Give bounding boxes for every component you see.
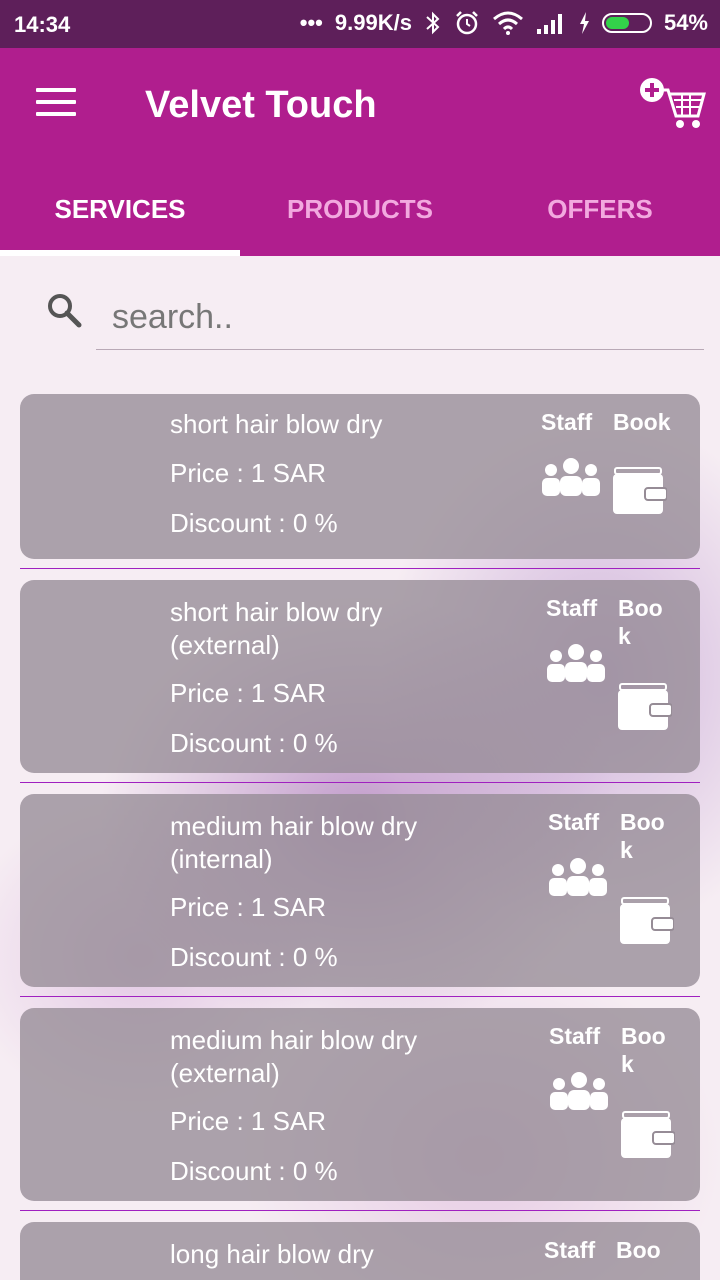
list-divider: [20, 996, 700, 997]
status-icons: ••• 9.99K/s 54%: [300, 10, 708, 36]
tab-services-label: SERVICES: [54, 194, 186, 224]
service-name: medium hair blow dry (external): [170, 1025, 418, 1088]
service-card[interactable]: long hair blow dry Staff Boo: [20, 1222, 700, 1280]
staff-group-icon[interactable]: [547, 858, 609, 898]
service-discount: Discount : 0 %: [170, 508, 338, 538]
status-bar: 14:34 ••• 9.99K/s 54%: [0, 0, 720, 48]
staff-label: Staff: [541, 409, 593, 435]
book-label: Book: [620, 809, 665, 863]
service-price: Price : 1 SAR: [170, 678, 327, 708]
tab-offers[interactable]: OFFERS: [480, 176, 720, 256]
list-divider: [20, 1210, 700, 1211]
staff-group-icon[interactable]: [540, 458, 602, 498]
search-bar: [40, 286, 705, 352]
network-speed: 9.99K/s: [334, 10, 412, 35]
hamburger-menu-icon[interactable]: [36, 88, 76, 118]
service-card[interactable]: medium hair blow dry (external) Price : …: [20, 1008, 700, 1201]
staff-label: Staff: [549, 1023, 601, 1049]
staff-label: Staff: [546, 595, 598, 621]
book-wallet-icon[interactable]: [611, 466, 667, 516]
battery-icon: [601, 13, 652, 33]
service-discount: Discount : 0 %: [170, 942, 338, 972]
staff-group-icon[interactable]: [548, 1072, 610, 1112]
book-wallet-icon[interactable]: [619, 1110, 675, 1160]
service-name: short hair blow dry: [170, 409, 383, 439]
app-title: Velvet Touch: [145, 84, 377, 126]
tab-offers-label: OFFERS: [547, 194, 653, 224]
service-name: long hair blow dry: [170, 1239, 374, 1269]
service-card[interactable]: short hair blow dry Price : 1 SAR Discou…: [20, 394, 700, 559]
search-input[interactable]: [96, 286, 704, 350]
book-wallet-icon[interactable]: [616, 682, 672, 732]
battery-percent: 54%: [663, 10, 708, 35]
bluetooth-icon: [426, 11, 440, 35]
staff-group-icon[interactable]: [545, 644, 607, 684]
book-label: Boo: [616, 1237, 661, 1263]
tab-bar: SERVICES PRODUCTS OFFERS: [0, 176, 720, 256]
app-bar: Velvet Touch SERVICES PRODUCTS OFFERS: [0, 48, 720, 256]
service-price: Price : 1 SAR: [170, 892, 327, 922]
service-name: medium hair blow dry (internal): [170, 811, 418, 874]
book-label: Book: [621, 1023, 666, 1077]
staff-label: Staff: [544, 1237, 596, 1263]
service-discount: Discount : 0 %: [170, 728, 338, 758]
service-price: Price : 1 SAR: [170, 458, 327, 488]
service-card[interactable]: short hair blow dry (external) Price : 1…: [20, 580, 700, 773]
book-label: Book: [618, 595, 663, 649]
tab-products-label: PRODUCTS: [287, 194, 433, 224]
service-price: Price : 1 SAR: [170, 1106, 327, 1136]
service-name: short hair blow dry (external): [170, 597, 383, 660]
charging-icon: [579, 12, 589, 34]
list-divider: [20, 782, 700, 783]
wifi-icon: [492, 11, 523, 35]
service-card[interactable]: medium hair blow dry (internal) Price : …: [20, 794, 700, 987]
add-to-cart-icon[interactable]: [638, 76, 706, 132]
search-icon: [48, 294, 82, 328]
status-time: 14:34: [14, 12, 71, 37]
signal-icon: [536, 14, 562, 34]
tab-services[interactable]: SERVICES: [0, 176, 240, 256]
services-list-area[interactable]: short hair blow dry Price : 1 SAR Discou…: [0, 256, 720, 1280]
book-label: Book: [613, 409, 671, 435]
service-discount: Discount : 0 %: [170, 1156, 338, 1186]
alarm-icon: [456, 11, 478, 35]
book-wallet-icon[interactable]: [618, 896, 674, 946]
list-divider: [20, 568, 700, 569]
staff-label: Staff: [548, 809, 600, 835]
tab-products[interactable]: PRODUCTS: [240, 176, 480, 256]
more-dots: •••: [299, 10, 323, 35]
